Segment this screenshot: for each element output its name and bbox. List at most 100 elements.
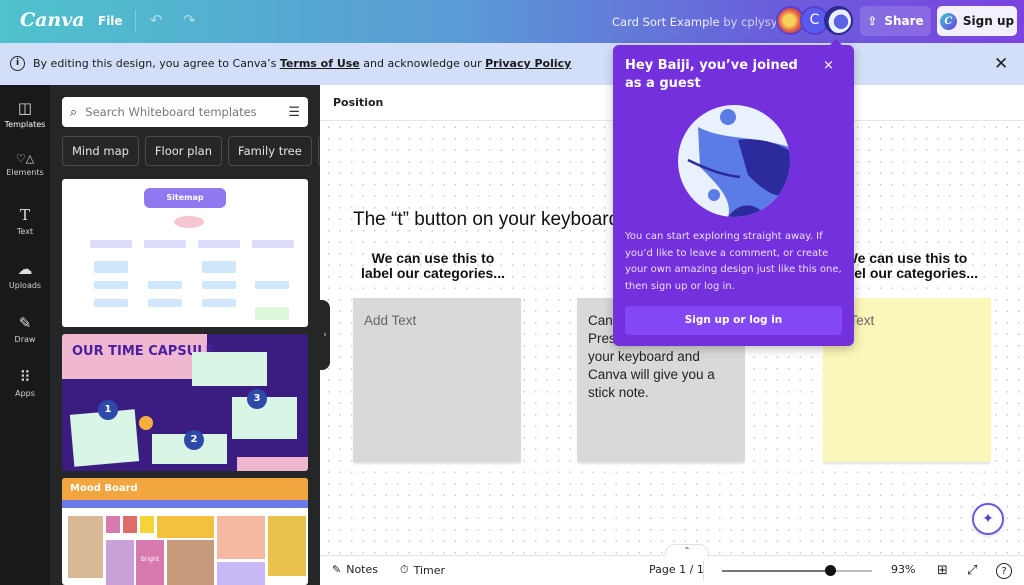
sticky-note-text: Add Text: [364, 313, 417, 328]
sitemap-node: [255, 281, 289, 289]
sitemap-node: [94, 299, 128, 307]
timer-button[interactable]: ⏱ Timer: [400, 563, 445, 577]
sticky-note[interactable]: Add Text: [353, 298, 521, 462]
category-label-text[interactable]: We can use this to label our categories.…: [358, 251, 508, 281]
help-icon[interactable]: ?: [996, 563, 1012, 579]
smiley-icon: [139, 416, 153, 430]
collapse-panel-handle[interactable]: ‹: [320, 300, 330, 370]
rail-item-elements[interactable]: ♡△ Elements: [0, 152, 50, 177]
chip-mind-map[interactable]: Mind map: [62, 136, 139, 166]
chip-family-tree[interactable]: Family tree: [228, 136, 312, 166]
redo-icon[interactable]: ↷: [183, 11, 196, 29]
sitemap-title: Sitemap: [144, 188, 226, 208]
sitemap-node: [94, 261, 128, 273]
undo-icon[interactable]: ↶: [150, 11, 163, 29]
banner-prefix: By editing this design, you agree to Can…: [33, 57, 280, 70]
search-placeholder: Search Whiteboard templates: [85, 105, 257, 119]
bottom-bar: ⌃ ✎ Notes ⏱ Timer Page 1 / 1 93% ⊞ ⤢ ?: [320, 544, 1024, 585]
rail-label: Templates: [4, 120, 46, 129]
rail-item-uploads[interactable]: ☁ Uploads: [0, 260, 50, 290]
zoom-slider[interactable]: [722, 565, 872, 576]
side-rail: ◫ Templates ♡△ Elements T Text ☁ Uploads…: [0, 85, 50, 585]
popup-body: You can start exploring straight away. I…: [625, 231, 842, 292]
timer-icon: ⏱: [400, 563, 409, 576]
footer-divider: [703, 561, 704, 581]
mood-board-photo: [217, 516, 265, 559]
position-button[interactable]: Position: [333, 96, 383, 109]
time-capsule-pink-corner: [237, 457, 308, 471]
sign-up-or-log-in-button[interactable]: Sign up or log in: [625, 306, 842, 335]
canva-c-icon: C: [939, 12, 957, 30]
document-name: Card Sort Example: [612, 15, 720, 29]
template-thumbnail-sitemap[interactable]: Sitemap: [62, 179, 308, 327]
rail-label: Apps: [15, 389, 35, 398]
mood-board-swatch: [140, 516, 154, 533]
apps-grid-icon: ⠿: [19, 368, 31, 386]
mood-board-bright-card: Bright: [136, 540, 164, 585]
template-search-input[interactable]: ⌕ Search Whiteboard templates ☰: [62, 97, 308, 127]
sitemap-node: [202, 261, 236, 273]
zoom-percent[interactable]: 93%: [891, 563, 915, 576]
close-popup-icon[interactable]: ×: [823, 58, 834, 73]
step-number: 2: [184, 430, 204, 450]
sitemap-node: [144, 240, 186, 248]
search-icon: ⌕: [70, 104, 78, 120]
mood-board-title: Mood Board: [62, 478, 308, 500]
mood-board-bar: [62, 500, 308, 508]
chip-floor-plan[interactable]: Floor plan: [144, 136, 223, 166]
canva-logo[interactable]: Canva: [20, 9, 85, 31]
fullscreen-icon[interactable]: ⤢: [967, 563, 977, 578]
terms-of-use-link[interactable]: Terms of Use: [280, 57, 360, 70]
magic-sparkle-icon[interactable]: ✦: [972, 503, 1004, 535]
rail-label: Draw: [14, 335, 36, 344]
sitemap-node: [255, 307, 289, 320]
step-number: 1: [98, 400, 118, 420]
rail-item-templates[interactable]: ◫ Templates: [0, 99, 50, 129]
mood-board-photo: [268, 516, 306, 576]
mood-board-photo: [157, 516, 214, 538]
page-indicator[interactable]: Page 1 / 1: [649, 563, 704, 576]
privacy-policy-link[interactable]: Privacy Policy: [485, 57, 571, 70]
sitemap-node: [198, 240, 240, 248]
category-chips: Mind map Floor plan Family tree ›: [62, 136, 334, 166]
popup-title: Hey Baiji, you’ve joined as a guest: [625, 58, 798, 91]
filter-sliders-icon[interactable]: ☰: [288, 105, 300, 120]
elements-icon: ♡△: [15, 152, 35, 165]
grid-view-icon[interactable]: ⊞: [937, 563, 948, 578]
share-button[interactable]: ⇪ Share: [860, 6, 931, 36]
document-title[interactable]: Card Sort Example by cplysy: [612, 15, 778, 29]
sign-up-button[interactable]: C Sign up: [937, 6, 1017, 36]
mood-board-swatch: [217, 562, 265, 585]
sitemap-node: [202, 299, 236, 307]
template-thumbnail-time-capsule[interactable]: OUR TIME CAPSULE 1 2 3: [62, 334, 308, 471]
notes-button[interactable]: ✎ Notes: [332, 563, 378, 576]
rail-item-apps[interactable]: ⠿ Apps: [0, 368, 50, 398]
mood-board-swatch: [106, 516, 120, 533]
zoom-value: 93%: [891, 563, 916, 576]
page-label: Page 1 / 1: [649, 563, 704, 576]
share-icon: ⇪: [867, 14, 878, 28]
guest-avatar[interactable]: [824, 6, 853, 35]
sitemap-node: [94, 281, 128, 289]
zoom-slider-fill: [722, 570, 830, 572]
rail-label: Uploads: [8, 281, 42, 290]
rail-item-text[interactable]: T Text: [0, 206, 50, 236]
zoom-slider-handle[interactable]: [825, 565, 836, 576]
rail-item-draw[interactable]: ✎ Draw: [0, 314, 50, 344]
draw-pen-icon: ✎: [18, 314, 32, 332]
banner-middle: and acknowledge our: [359, 57, 486, 70]
notes-icon: ✎: [332, 563, 342, 576]
rail-label: Elements: [6, 168, 44, 177]
expand-pages-icon[interactable]: ⌃: [665, 544, 709, 556]
file-menu-button[interactable]: File: [98, 14, 123, 28]
rail-label: Text: [16, 227, 34, 236]
sitemap-home-node: [174, 216, 204, 228]
mood-board-photo: [106, 540, 134, 585]
template-thumbnail-mood-board[interactable]: Mood Board Bright: [62, 478, 308, 585]
dolphin-icon: [687, 109, 790, 217]
close-banner-icon[interactable]: ✕: [994, 54, 1008, 74]
document-author: by cplysy: [723, 15, 778, 29]
mood-board-photo: [68, 516, 103, 578]
timer-label: Timer: [413, 563, 446, 577]
sitemap-node: [148, 281, 182, 289]
